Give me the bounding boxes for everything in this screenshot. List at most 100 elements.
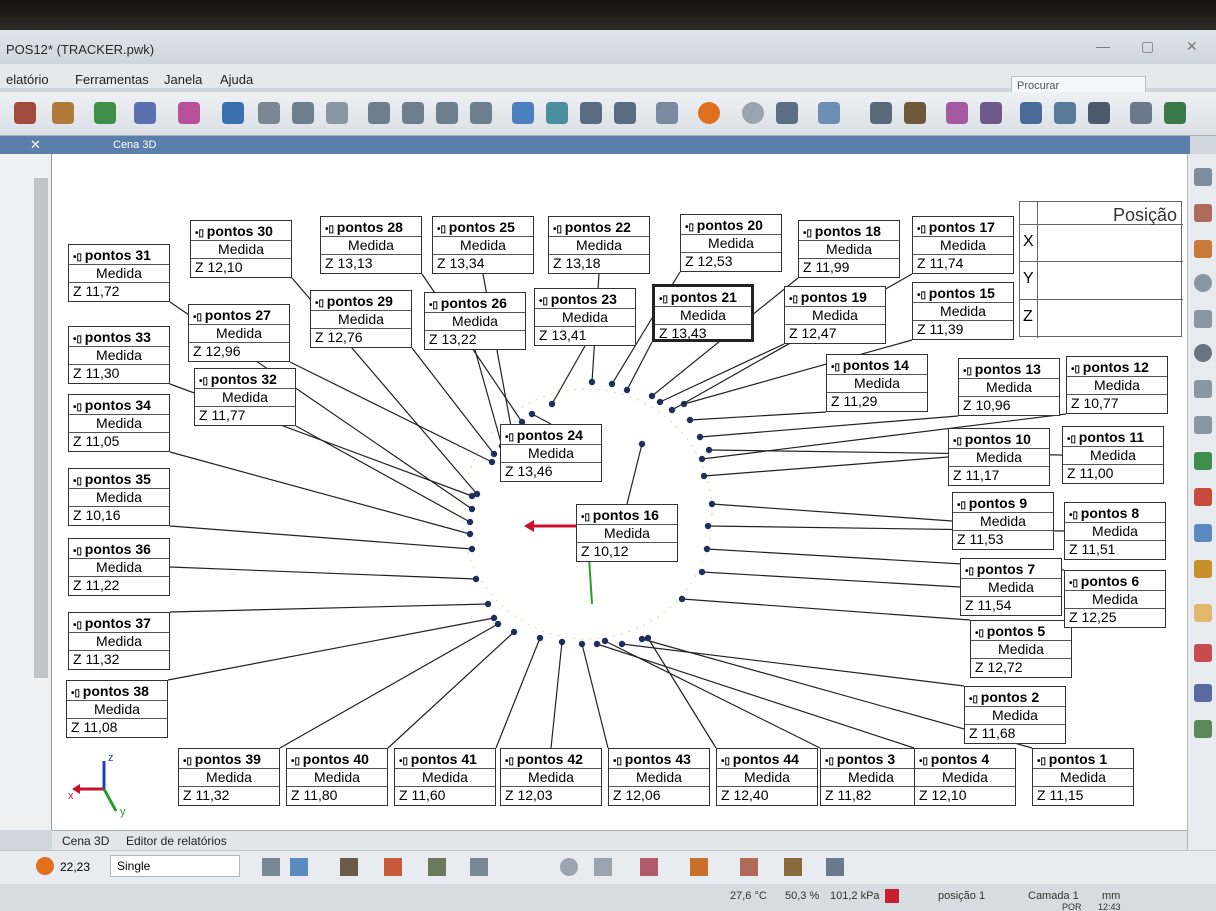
measure-point-dot[interactable] (700, 472, 708, 480)
point-label-box[interactable]: •▯ pontos 7 Medida Z 11,54 (960, 558, 1062, 616)
point-label-box[interactable]: •▯ pontos 30 Medida Z 12,10 (190, 220, 292, 278)
mode-select[interactable]: Single (110, 855, 240, 877)
measure-point-dot[interactable] (593, 640, 601, 648)
point-label-box[interactable]: •▯ pontos 43 Medida Z 12,06 (608, 748, 710, 806)
tool-bottom-7[interactable] (560, 858, 578, 876)
measure-point-dot[interactable] (686, 416, 694, 424)
point-label-box[interactable]: •▯ pontos 28 Medida Z 13,13 (320, 216, 422, 274)
hand-icon[interactable] (1194, 604, 1212, 622)
point-label-box[interactable]: •▯ pontos 44 Medida Z 12,40 (716, 748, 818, 806)
point-label-box[interactable]: •▯ pontos 38 Medida Z 11,08 (66, 680, 168, 738)
tool-icon-24[interactable] (904, 102, 926, 124)
tool-icon-28[interactable] (1054, 102, 1076, 124)
measure-point-dot[interactable] (623, 386, 631, 394)
tool-icon-10[interactable] (368, 102, 390, 124)
tool-icon-7[interactable] (258, 102, 280, 124)
move-icon[interactable] (1194, 168, 1212, 186)
point-label-box[interactable]: •▯ pontos 36 Medida Z 11,22 (68, 538, 170, 596)
measure-point-dot[interactable] (705, 446, 713, 454)
tool-bottom-5[interactable] (428, 858, 446, 876)
tool-icon-16[interactable] (580, 102, 602, 124)
menu-ajuda[interactable]: Ajuda (220, 72, 253, 87)
tool-bottom-11[interactable] (740, 858, 758, 876)
tool-right-14[interactable] (1194, 644, 1212, 662)
tool-right-16[interactable] (1194, 720, 1212, 738)
point-label-box[interactable]: •▯ pontos 16 Medida Z 10,12 (576, 504, 678, 562)
point-label-box[interactable]: •▯ pontos 35 Medida Z 10,16 (68, 468, 170, 526)
tool-right-5[interactable] (1194, 310, 1212, 328)
measure-point-dot[interactable] (494, 620, 502, 628)
point-label-box[interactable]: •▯ pontos 42 Medida Z 12,03 (500, 748, 602, 806)
scene-3d-viewport[interactable]: •▯ pontos 1 Medida Z 11,15 •▯ pontos 2 Medid… (52, 154, 1187, 830)
point-label-box[interactable]: •▯ pontos 10 Medida Z 11,17 (948, 428, 1050, 486)
point-label-box[interactable]: •▯ pontos 39 Medida Z 11,32 (178, 748, 280, 806)
measure-point-dot[interactable] (466, 518, 474, 526)
measure-point-dot[interactable] (528, 410, 536, 418)
menu-relatorio[interactable]: elatório (6, 72, 49, 87)
tool-bottom-6[interactable] (470, 858, 488, 876)
measure-point-dot[interactable] (466, 530, 474, 538)
measure-point-dot[interactable] (536, 634, 544, 642)
point-label-box[interactable]: •▯ pontos 18 Medida Z 11,99 (798, 220, 900, 278)
tool-icon-18[interactable] (656, 102, 678, 124)
tool-bottom-3[interactable] (340, 858, 358, 876)
tool-bottom-12[interactable] (784, 858, 802, 876)
point-label-box[interactable]: •▯ pontos 31 Medida Z 11,72 (68, 244, 170, 302)
measure-point-dot[interactable] (468, 492, 476, 500)
status-position[interactable]: posição 1 (938, 890, 985, 902)
tool-icon-23[interactable] (870, 102, 892, 124)
tool-right-11[interactable] (1194, 524, 1212, 542)
measure-point-dot[interactable] (601, 637, 609, 645)
point-label-box[interactable]: •▯ pontos 3 Medida Z 11,82 (820, 748, 922, 806)
tool-bottom-10[interactable] (690, 858, 708, 876)
point-label-box[interactable]: •▯ pontos 26 Medida Z 13,22 (424, 292, 526, 350)
left-scrollbar[interactable] (34, 178, 48, 678)
point-label-box[interactable]: •▯ pontos 5 Medida Z 12,72 (970, 620, 1072, 678)
point-label-box[interactable]: •▯ pontos 14 Medida Z 11,29 (826, 354, 928, 412)
measure-point-dot[interactable] (578, 640, 586, 648)
close-panel-icon[interactable]: ✕ (30, 137, 41, 153)
measure-point-dot[interactable] (698, 455, 706, 463)
measure-point-dot[interactable] (708, 500, 716, 508)
tool-right-2[interactable] (1194, 204, 1212, 222)
point-label-box[interactable]: •▯ pontos 32 Medida Z 11,77 (194, 368, 296, 426)
tool-icon-25[interactable] (946, 102, 968, 124)
point-label-box[interactable]: •▯ pontos 20 Medida Z 12,53 (680, 214, 782, 272)
point-label-box[interactable]: •▯ pontos 6 Medida Z 12,25 (1064, 570, 1166, 628)
point-label-box[interactable]: •▯ pontos 23 Medida Z 13,41 (534, 288, 636, 346)
measure-point-dot[interactable] (548, 400, 556, 408)
tool-right-10[interactable] (1194, 488, 1212, 506)
tool-bottom-2[interactable] (290, 858, 308, 876)
point-label-box[interactable]: •▯ pontos 41 Medida Z 11,60 (394, 748, 496, 806)
tool-icon-2[interactable] (52, 102, 74, 124)
measure-point-dot[interactable] (468, 545, 476, 553)
tool-right-9[interactable] (1194, 452, 1212, 470)
tool-icon-6[interactable] (222, 102, 244, 124)
measure-point-dot[interactable] (510, 628, 518, 636)
point-label-box[interactable]: •▯ pontos 37 Medida Z 11,32 (68, 612, 170, 670)
tool-icon-5[interactable] (178, 102, 200, 124)
measure-point-dot[interactable] (648, 392, 656, 400)
tab-editor-relatorios[interactable]: Editor de relatórios (126, 834, 227, 848)
tool-icon-30[interactable] (1130, 102, 1152, 124)
camera-icon[interactable] (614, 102, 636, 124)
point-label-box[interactable]: •▯ pontos 2 Medida Z 11,68 (964, 686, 1066, 744)
minimize-icon[interactable]: — (1096, 38, 1110, 54)
eye-icon[interactable] (1194, 344, 1212, 362)
tool-right-15[interactable] (1194, 684, 1212, 702)
measure-point-dot[interactable] (678, 595, 686, 603)
maximize-icon[interactable]: ▢ (1141, 38, 1154, 55)
measure-point-dot[interactable] (472, 575, 480, 583)
measure-point-dot[interactable] (488, 458, 496, 466)
measure-point-dot[interactable] (698, 568, 706, 576)
point-label-box[interactable]: •▯ pontos 22 Medida Z 13,18 (548, 216, 650, 274)
measure-point-dot[interactable] (484, 600, 492, 608)
tool-bottom-1[interactable] (262, 858, 280, 876)
measure-point-dot[interactable] (704, 522, 712, 530)
tool-icon-31[interactable] (1164, 102, 1186, 124)
measure-point-dot[interactable] (668, 406, 676, 414)
measure-point-dot[interactable] (638, 440, 646, 448)
measure-point-dot[interactable] (644, 634, 652, 642)
tool-icon-27[interactable] (1020, 102, 1042, 124)
point-label-box[interactable]: •▯ pontos 11 Medida Z 11,00 (1062, 426, 1164, 484)
